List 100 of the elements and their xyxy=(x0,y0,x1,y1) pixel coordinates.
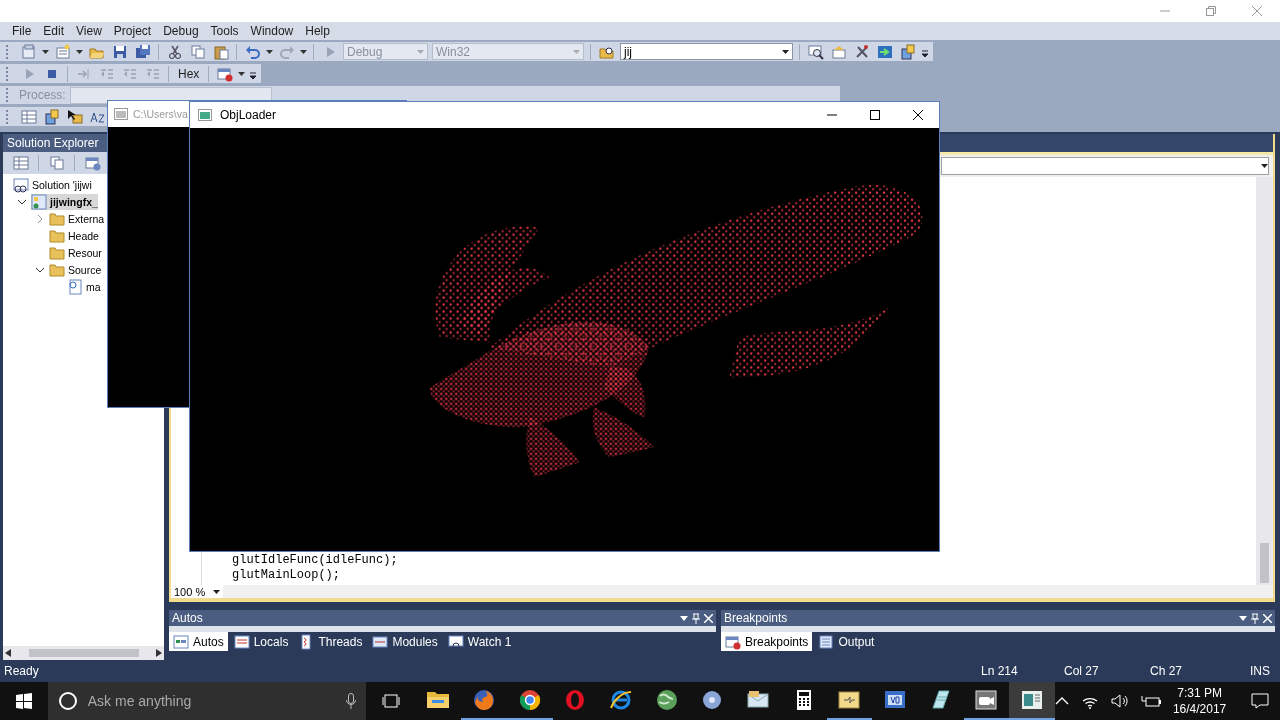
panel-tab[interactable]: Modules xyxy=(368,632,442,651)
panel-tab[interactable]: Threads xyxy=(294,632,367,651)
dropdown-icon[interactable] xyxy=(680,615,688,621)
menu-item[interactable]: File xyxy=(6,24,38,38)
class-view-button[interactable] xyxy=(898,42,917,61)
pin-icon[interactable] xyxy=(692,612,700,624)
tree-item[interactable]: Source xyxy=(49,261,102,278)
properties-button[interactable] xyxy=(11,153,30,173)
grid-button[interactable] xyxy=(19,107,38,126)
panel-title: Breakpoints xyxy=(724,611,788,625)
code-line: glutMainLoop(); xyxy=(232,568,342,583)
console-icon xyxy=(114,108,128,120)
sync-icon xyxy=(43,108,60,125)
collapsed-chevron-icon[interactable] xyxy=(36,214,44,223)
insert-mode: INS xyxy=(1250,664,1270,678)
scrollbar-thumb[interactable] xyxy=(1260,543,1269,583)
copy-icon xyxy=(189,43,206,60)
caret-icon xyxy=(266,49,273,54)
hex-button[interactable]: Hex xyxy=(175,66,203,81)
close-icon[interactable] xyxy=(1263,613,1272,623)
members-dropdown[interactable] xyxy=(941,157,1269,175)
modules-icon xyxy=(372,633,389,650)
pin-icon[interactable] xyxy=(1251,612,1259,624)
panel-tab[interactable]: Breakpoints xyxy=(721,632,813,651)
zoom-dropdown[interactable]: 100 % xyxy=(171,585,223,598)
status-message: Ready xyxy=(4,664,40,678)
find-window-button[interactable] xyxy=(806,42,825,61)
show-all-files-button[interactable] xyxy=(47,153,66,173)
line-number: Ln 214 xyxy=(981,664,1019,678)
microphone-icon[interactable] xyxy=(345,693,356,709)
caret-icon xyxy=(42,49,49,54)
search-field[interactable]: Ask me anything xyxy=(47,682,366,720)
menu-item[interactable]: Tools xyxy=(204,24,245,38)
scroll-right-icon[interactable] xyxy=(156,649,162,657)
battery-icon[interactable] xyxy=(1140,694,1161,708)
project-icon xyxy=(31,193,47,210)
video-camera-icon xyxy=(974,688,999,712)
volume-icon[interactable] xyxy=(1110,693,1129,709)
redo-icon xyxy=(278,43,295,60)
breakpoints-window-icon xyxy=(216,65,233,82)
import-icon xyxy=(876,43,893,60)
tree-item[interactable]: ma xyxy=(67,278,101,295)
select-icon xyxy=(66,108,83,125)
panel-title: Autos xyxy=(172,611,203,625)
menu-item[interactable]: Project xyxy=(107,24,158,38)
autos-icon xyxy=(173,633,189,650)
clock-time[interactable]: 7:31 PM xyxy=(1177,685,1222,701)
save-all-icon xyxy=(134,43,151,60)
maximize-icon xyxy=(869,110,880,120)
menu-item[interactable]: Window xyxy=(244,24,300,38)
dropdown-icon[interactable] xyxy=(1239,615,1247,621)
clock-date[interactable]: 16/4/2017 xyxy=(1172,701,1227,717)
show-all-files-icon xyxy=(48,155,65,171)
caret-icon xyxy=(1261,164,1268,168)
process-label: Process: xyxy=(19,88,66,102)
save-all-button[interactable] xyxy=(133,42,152,61)
close-icon[interactable] xyxy=(704,613,713,623)
windows-logo-icon xyxy=(15,693,32,709)
notifications-icon[interactable] xyxy=(1251,693,1270,709)
character-number: Ch 27 xyxy=(1150,664,1183,678)
sync-button[interactable] xyxy=(42,107,61,126)
scroll-left-icon[interactable] xyxy=(5,649,11,657)
find-combobox[interactable]: jij xyxy=(620,43,793,60)
caret-icon xyxy=(213,589,220,594)
tree-item[interactable]: Solution 'jijwi xyxy=(13,176,92,193)
menu-item[interactable]: Edit xyxy=(37,24,71,38)
properties-icon xyxy=(830,43,847,60)
class-view-icon xyxy=(899,43,916,60)
panel-tab[interactable]: Output xyxy=(814,632,879,651)
panel-tab[interactable]: Watch 1 xyxy=(443,632,516,651)
chevron-up-icon[interactable] xyxy=(1054,697,1069,705)
folder-icon xyxy=(49,227,65,244)
menu-item[interactable]: View xyxy=(70,24,108,38)
panel-tab[interactable]: Autos xyxy=(169,632,228,651)
scrollbar-thumb[interactable] xyxy=(28,649,139,657)
find-window-icon xyxy=(807,43,824,60)
restore-icon xyxy=(1206,6,1216,16)
tree-item[interactable]: Externa xyxy=(49,210,105,227)
close-icon xyxy=(912,110,923,120)
search-circle-icon xyxy=(57,691,78,711)
caret-icon xyxy=(238,71,246,76)
panel-tab[interactable]: Locals xyxy=(229,632,293,651)
expanded-chevron-icon[interactable] xyxy=(18,197,26,206)
folder-icon xyxy=(49,261,65,278)
menu-item[interactable]: Help xyxy=(299,24,336,38)
column-number: Col 27 xyxy=(1064,664,1100,678)
cut-icon xyxy=(166,43,183,60)
caret-icon xyxy=(300,49,307,54)
tree-item[interactable]: Heade xyxy=(49,227,99,244)
copy-button[interactable] xyxy=(188,42,207,61)
caret-icon xyxy=(417,49,424,54)
menu-item[interactable]: Debug xyxy=(157,24,205,38)
task-view-icon xyxy=(381,694,400,708)
app-icon xyxy=(198,109,212,121)
expanded-chevron-icon[interactable] xyxy=(36,265,44,274)
taskbar-app[interactable] xyxy=(1009,682,1055,720)
tree-item[interactable]: Resour xyxy=(49,244,102,261)
select-button[interactable] xyxy=(65,107,84,126)
tree-item[interactable]: jijwingfx_ xyxy=(31,193,98,210)
window-title: C:\Users\va xyxy=(133,108,188,120)
